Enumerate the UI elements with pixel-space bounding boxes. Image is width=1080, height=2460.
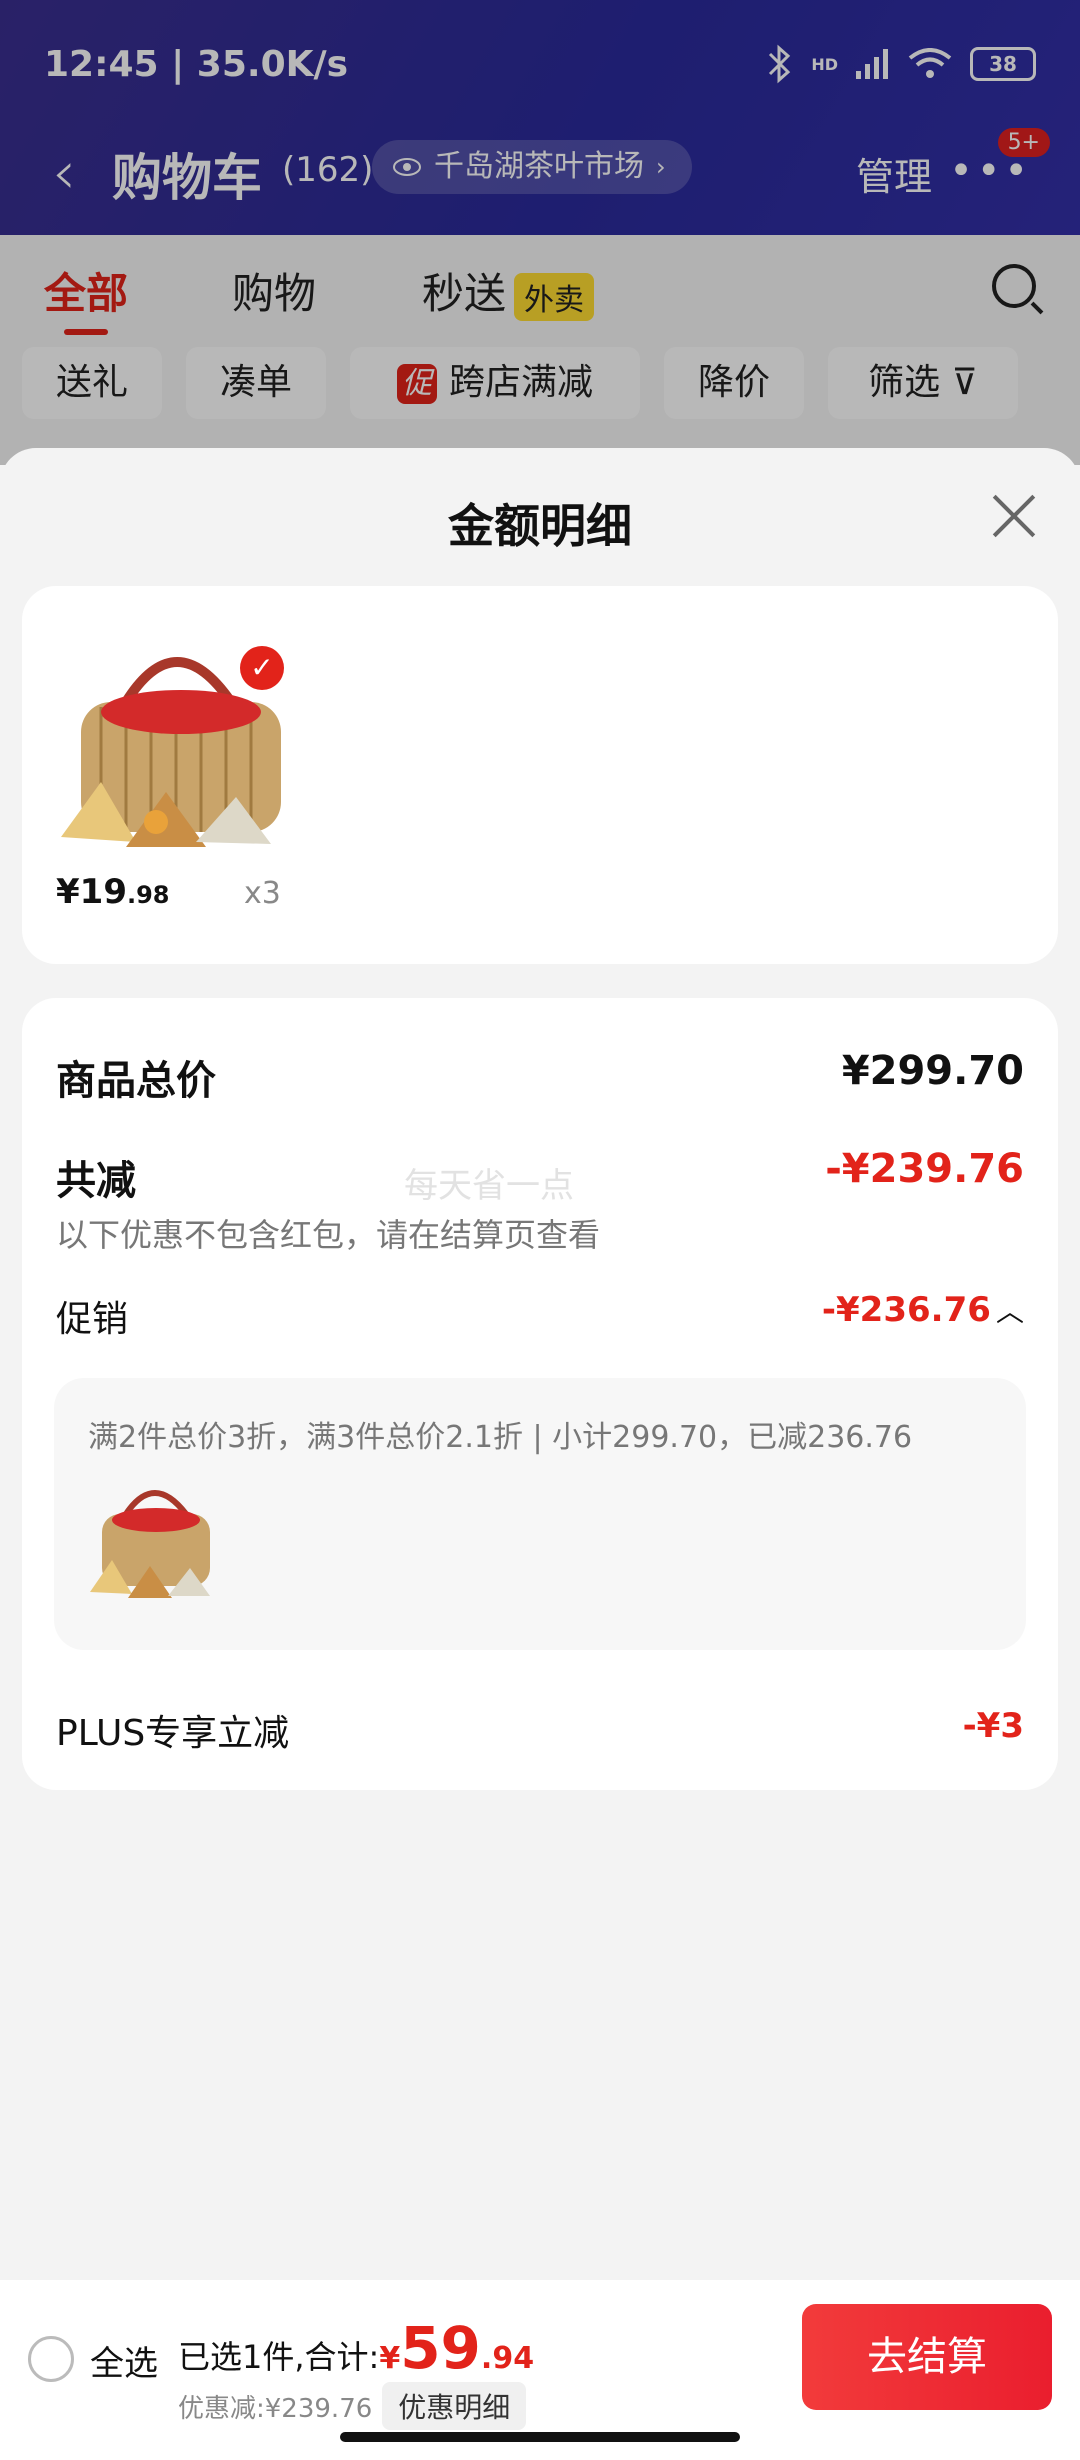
item-price: ¥19.98: [56, 872, 170, 912]
price-breakdown-card: 商品总价 ¥299.70 共减 每天省一点 -¥239.76 以下优惠不包含红包…: [22, 998, 1058, 1790]
reduce-value: -¥239.76: [825, 1146, 1024, 1192]
reduce-label: 共减: [56, 1158, 136, 1204]
promo-detail-text: 满2件总价3折，满3件总价2.1折 | 小计299.70，已减236.76: [88, 1420, 913, 1455]
reduce-note: 以下优惠不包含红包，请在结算页查看: [56, 1216, 601, 1254]
total-value: ¥299.70: [841, 1048, 1024, 1094]
item-quantity: x3: [244, 876, 281, 911]
sum-line: 已选1件,合计:¥59.94: [178, 2314, 534, 2382]
amount-int: 59: [400, 2314, 481, 2382]
currency-symbol: ¥: [379, 2341, 401, 2376]
promo-value: -¥236.76: [821, 1290, 991, 1330]
chevron-up-icon: ︿: [995, 1295, 1024, 1328]
plus-label: PLUS专享立减: [56, 1713, 290, 1754]
watermark-text: 每天省一点: [404, 1166, 574, 1206]
home-indicator[interactable]: [340, 2432, 740, 2442]
select-all-label[interactable]: 全选: [90, 2336, 158, 2385]
total-label: 商品总价: [56, 1058, 216, 1104]
checkout-bar: 全选 已选1件,合计:¥59.94 优惠减:¥239.76 优惠明细 去结算: [0, 2280, 1080, 2460]
discount-text: 优惠减:¥239.76: [178, 2394, 373, 2424]
promo-product-thumbnail: [90, 1490, 210, 1598]
amount-detail-sheet: 金额明细 ✓ ¥19.98 x3 商品总价 ¥299.70 共减 每天省一点 -…: [0, 448, 1080, 2460]
dim-overlay[interactable]: [0, 0, 1080, 465]
total-amount: ¥59.94: [379, 2314, 535, 2382]
checkout-button[interactable]: 去结算: [802, 2304, 1052, 2410]
discount-line: 优惠减:¥239.76 优惠明细: [178, 2382, 527, 2430]
promo-toggle[interactable]: -¥236.76 ︿: [822, 1290, 1024, 1330]
promo-label: 促销: [56, 1299, 129, 1340]
close-icon[interactable]: [990, 494, 1036, 540]
plus-value: -¥3: [962, 1706, 1024, 1746]
item-price-dec: .98: [126, 881, 170, 909]
select-all-radio[interactable]: [28, 2336, 74, 2382]
item-price-int: ¥19: [56, 872, 127, 912]
selected-text: 已选1件,合计:: [178, 2338, 380, 2376]
selected-check-icon: ✓: [240, 646, 284, 690]
sheet-title: 金额明细: [448, 499, 632, 553]
item-card: ✓ ¥19.98 x3: [22, 586, 1058, 964]
discount-detail-button[interactable]: 优惠明细: [382, 2382, 527, 2430]
amount-dec: .94: [480, 2341, 535, 2376]
promo-detail-box: 满2件总价3折，满3件总价2.1折 | 小计299.70，已减236.76: [54, 1378, 1026, 1650]
